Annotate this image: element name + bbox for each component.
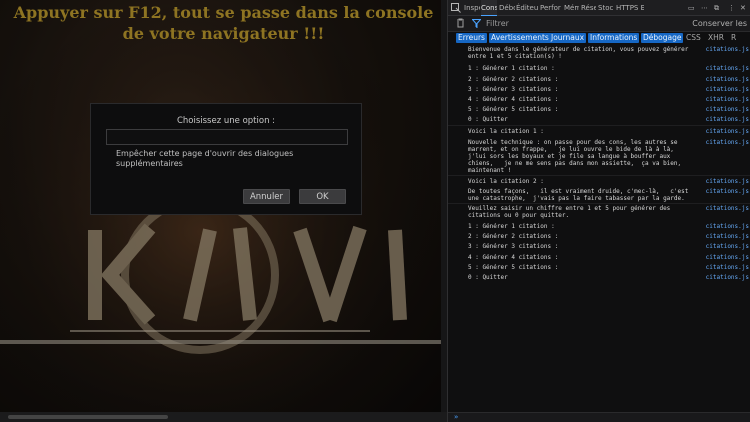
dock-icon[interactable]: ⧉ bbox=[714, 0, 724, 16]
devtools-panel: Inspe Cons Débo Éditeur Perfor Mém Rése … bbox=[447, 0, 750, 422]
pick-element-icon[interactable] bbox=[451, 0, 462, 16]
console-message: 2 : Générer 2 citations : bbox=[468, 233, 559, 240]
console-message: 2 : Générer 2 citations : bbox=[468, 76, 559, 83]
console-message: Voici la citation 1 : bbox=[468, 128, 544, 135]
persist-logs-toggle[interactable]: Conserver les bbox=[692, 19, 747, 28]
more-icon[interactable]: ⋮ bbox=[728, 0, 738, 16]
console-source-link[interactable]: citations.js bbox=[706, 46, 749, 53]
filter-xhr[interactable]: XHR bbox=[706, 33, 726, 43]
console-message: 4 : Générer 4 citations : bbox=[468, 96, 559, 103]
ok-button[interactable]: OK bbox=[299, 189, 346, 204]
log-level-filters: Erreurs Avertissements Journaux Informat… bbox=[448, 32, 750, 44]
console-message: 5 : Générer 5 citations : bbox=[468, 106, 559, 113]
console-message: Voici la citation 2 : bbox=[468, 178, 544, 185]
filter-requests[interactable]: R bbox=[729, 33, 738, 43]
filter-errors[interactable]: Erreurs bbox=[456, 33, 487, 43]
console-source-link[interactable]: citations.js bbox=[706, 86, 749, 93]
tab-storage[interactable]: Stoc bbox=[598, 0, 614, 16]
filter-info[interactable]: Informations bbox=[588, 33, 640, 43]
console-source-link[interactable]: citations.js bbox=[706, 264, 749, 271]
console-source-link[interactable]: citations.js bbox=[706, 188, 749, 195]
trash-icon[interactable] bbox=[456, 18, 465, 30]
console-message: 1 : Générer 1 citation : bbox=[468, 223, 555, 230]
console-separator bbox=[448, 203, 750, 204]
tab-performance[interactable]: Perfor bbox=[540, 0, 562, 16]
filter-debug[interactable]: Débogage bbox=[641, 33, 684, 43]
scrollbar-thumb[interactable] bbox=[8, 415, 168, 419]
console-message: 0 : Quitter bbox=[468, 274, 508, 281]
dialog-input[interactable] bbox=[106, 129, 348, 145]
console-filter-bar: Filtrer Conserver les bbox=[448, 16, 750, 32]
filter-icon bbox=[471, 19, 482, 30]
console-message: De toutes façons, il est vraiment druide… bbox=[468, 188, 689, 202]
console-message: 1 : Générer 1 citation : bbox=[468, 65, 555, 72]
horizontal-scrollbar[interactable] bbox=[0, 412, 447, 422]
tab-console[interactable]: Cons bbox=[481, 0, 497, 16]
page-title-line-2: de votre navigateur !!! bbox=[122, 24, 325, 43]
prompt-chevron-icon: » bbox=[454, 413, 459, 421]
console-source-link[interactable]: citations.js bbox=[706, 243, 749, 250]
console-message: 3 : Générer 3 citations : bbox=[468, 243, 559, 250]
console-message: Bienvenue dans le générateur de citation… bbox=[468, 46, 689, 60]
tab-memory[interactable]: Mém bbox=[564, 0, 579, 16]
close-icon[interactable]: ✕ bbox=[740, 0, 750, 16]
dialog-message: Choisissez une option : bbox=[176, 116, 276, 126]
console-source-link[interactable]: citations.js bbox=[706, 116, 749, 123]
tab-debugger[interactable]: Débo bbox=[499, 0, 515, 16]
tab-network[interactable]: Rése bbox=[581, 0, 596, 16]
console-message: 3 : Générer 3 citations : bbox=[468, 86, 559, 93]
console-source-link[interactable]: citations.js bbox=[706, 76, 749, 83]
console-message: 5 : Générer 5 citations : bbox=[468, 264, 559, 271]
console-output: Bienvenue dans le générateur de citation… bbox=[448, 45, 750, 412]
console-source-link[interactable]: citations.js bbox=[706, 65, 749, 72]
tab-editor[interactable]: Éditeur bbox=[516, 0, 538, 16]
prompt-dialog: Choisissez une option : Empêcher cette p… bbox=[90, 103, 362, 215]
filter-css[interactable]: CSS bbox=[684, 33, 703, 43]
tab-https[interactable]: HTTPS E bbox=[616, 0, 644, 16]
console-source-link[interactable]: citations.js bbox=[706, 254, 749, 261]
console-separator bbox=[448, 125, 750, 126]
page-title: Appuyer sur F12, tout se passe dans la c… bbox=[0, 2, 447, 44]
tab-inspector[interactable]: Inspe bbox=[464, 0, 480, 16]
console-source-link[interactable]: citations.js bbox=[706, 274, 749, 281]
console-message: 4 : Générer 4 citations : bbox=[468, 254, 559, 261]
console-source-link[interactable]: citations.js bbox=[706, 178, 749, 185]
page-title-line-1: Appuyer sur F12, tout se passe dans la c… bbox=[13, 3, 434, 22]
console-source-link[interactable]: citations.js bbox=[706, 106, 749, 113]
console-source-link[interactable]: citations.js bbox=[706, 96, 749, 103]
console-source-link[interactable]: citations.js bbox=[706, 223, 749, 230]
console-source-link[interactable]: citations.js bbox=[706, 128, 749, 135]
web-page: Appuyer sur F12, tout se passe dans la c… bbox=[0, 0, 447, 422]
responsive-mode-icon[interactable]: ▭ bbox=[688, 0, 698, 16]
console-source-link[interactable]: citations.js bbox=[706, 139, 749, 146]
cancel-button[interactable]: Annuler bbox=[243, 189, 290, 204]
console-message: Veuillez saisir un chiffre entre 1 et 5 … bbox=[468, 205, 671, 219]
console-source-link[interactable]: citations.js bbox=[706, 205, 749, 212]
console-separator bbox=[448, 175, 750, 176]
filter-warnings[interactable]: Avertissements bbox=[489, 33, 551, 43]
devtools-tab-bar: Inspe Cons Débo Éditeur Perfor Mém Rése … bbox=[448, 0, 750, 16]
console-source-link[interactable]: citations.js bbox=[706, 233, 749, 240]
suppress-dialogs-checkbox-label[interactable]: Empêcher cette page d'ouvrir des dialogu… bbox=[116, 149, 316, 169]
filter-input[interactable]: Filtrer bbox=[486, 19, 509, 28]
options-icon[interactable]: ⋯ bbox=[701, 0, 711, 16]
console-message: Nouvelle technique : on passe pour des c… bbox=[468, 139, 682, 174]
filter-logs[interactable]: Journaux bbox=[549, 33, 587, 43]
console-input-bar[interactable]: » bbox=[448, 412, 750, 422]
console-message: 0 : Quitter bbox=[468, 116, 508, 123]
